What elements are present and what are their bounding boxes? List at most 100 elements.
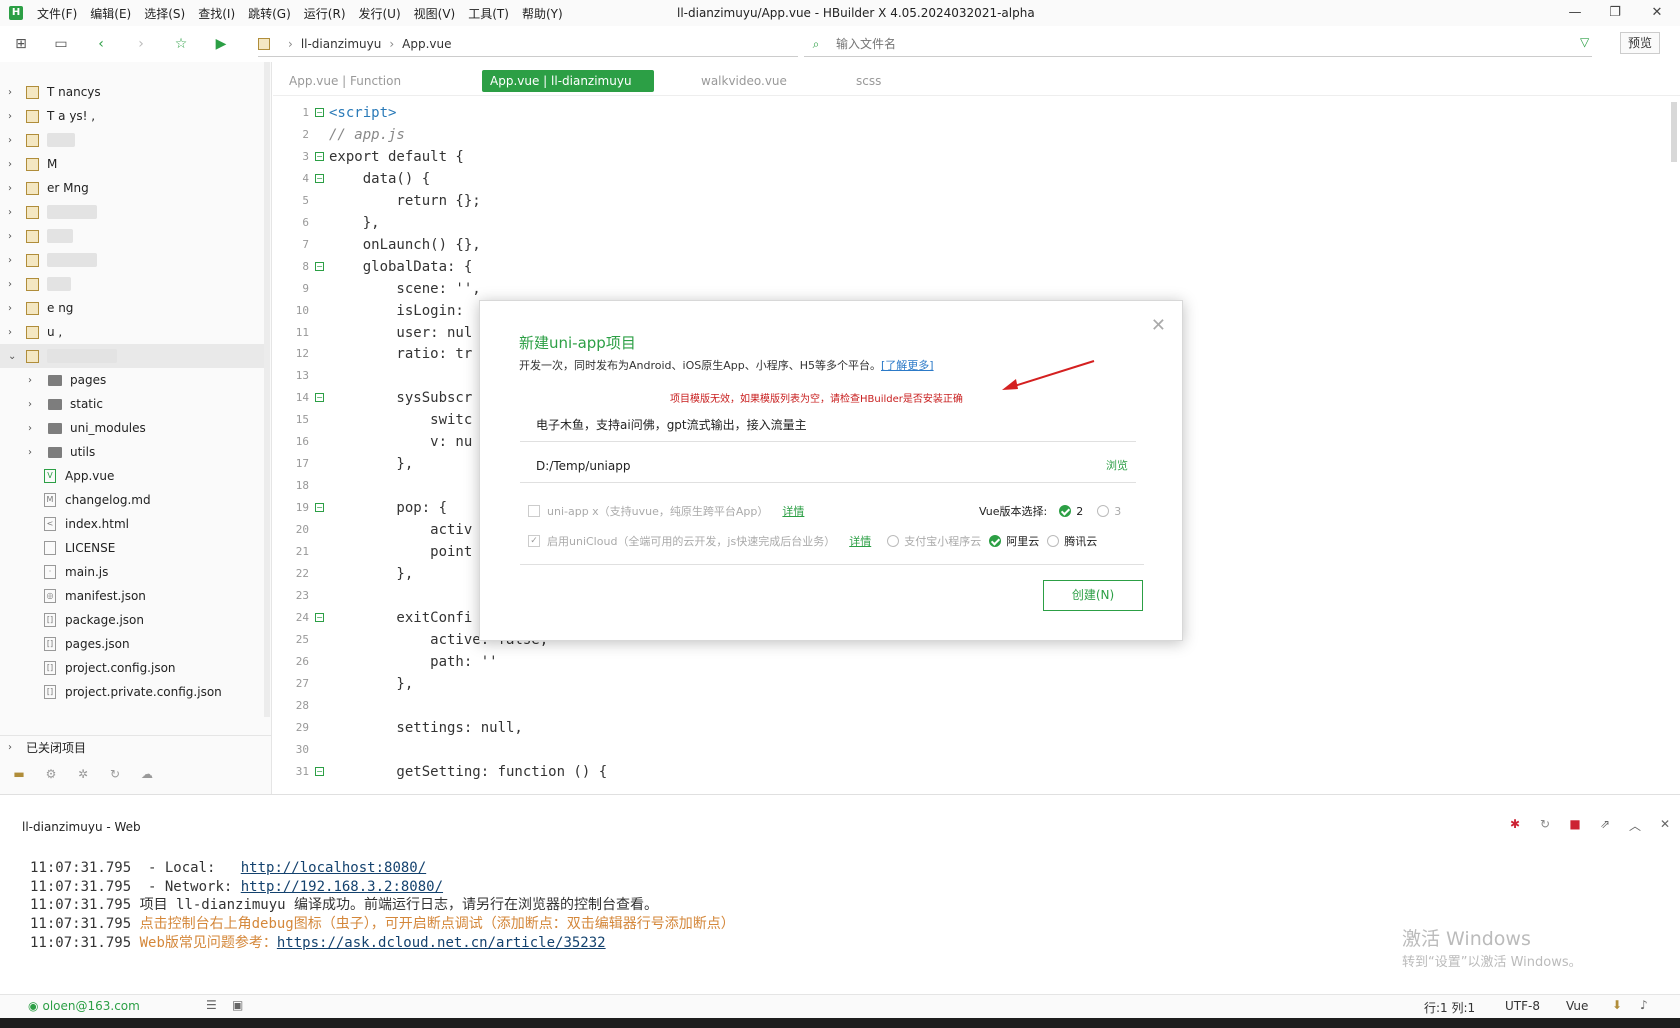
encoding[interactable]: UTF-8 [1505, 999, 1540, 1013]
debug-bug-icon[interactable]: ✲ [74, 767, 92, 783]
user-account[interactable]: oloen@163.com [28, 999, 139, 1013]
file-item[interactable]: ◎ manifest.json [0, 584, 264, 608]
browse-button[interactable]: 浏览 [1106, 449, 1128, 483]
menu-file[interactable]: 文件(F) [37, 5, 77, 22]
project-item[interactable]: › er Mng [0, 176, 264, 200]
project-item[interactable]: › [0, 248, 264, 272]
line-number[interactable]: 25 [273, 629, 309, 651]
fold-toggle-icon[interactable]: − [315, 503, 324, 513]
closed-projects[interactable]: › 已关闭项目 [0, 735, 272, 759]
language-mode[interactable]: Vue [1566, 999, 1588, 1013]
aliyun-radio[interactable] [989, 535, 1002, 547]
line-number[interactable]: 24 [273, 607, 309, 629]
breadcrumb-file[interactable]: App.vue [402, 37, 451, 51]
line-number[interactable]: 30 [273, 739, 309, 761]
project-item[interactable]: › [0, 224, 264, 248]
file-item[interactable]: [] pages.json [0, 632, 264, 656]
line-number[interactable]: 3 [273, 146, 309, 168]
notification-bell-icon[interactable]: ♪ [1640, 998, 1648, 1012]
log-link[interactable]: http://localhost:8080/ [241, 860, 426, 876]
line-number[interactable]: 10 [273, 300, 309, 322]
line-number[interactable]: 26 [273, 651, 309, 673]
menu-tools[interactable]: 工具(T) [468, 5, 509, 22]
line-number[interactable]: 7 [273, 234, 309, 256]
line-number[interactable]: 27 [273, 673, 309, 695]
refresh-icon[interactable]: ↻ [106, 767, 124, 783]
line-number[interactable]: 5 [273, 190, 309, 212]
line-number[interactable]: 15 [273, 409, 309, 431]
project-item[interactable]: › T a ys! , [0, 104, 264, 128]
log-link[interactable]: https://ask.dcloud.net.cn/article/35232 [277, 935, 606, 951]
open-external-icon[interactable]: ⇗ [1595, 817, 1615, 834]
line-number[interactable]: 14 [273, 387, 309, 409]
line-number[interactable]: 29 [273, 717, 309, 739]
learn-more-link[interactable]: [了解更多] [881, 359, 934, 372]
run-icon[interactable]: ▶ [212, 35, 230, 53]
alipay-cloud-radio[interactable] [887, 535, 900, 547]
minimize-icon[interactable]: — [1560, 3, 1590, 23]
file-item[interactable]: < index.html [0, 512, 264, 536]
fold-toggle-icon[interactable]: − [315, 108, 324, 117]
restore-icon[interactable]: ❐ [1600, 3, 1630, 23]
project-item[interactable]: › [0, 128, 264, 152]
menu-edit[interactable]: 编辑(E) [90, 5, 131, 22]
line-number[interactable]: 21 [273, 541, 309, 563]
menu-help[interactable]: 帮助(Y) [522, 5, 563, 22]
fold-toggle-icon[interactable]: − [315, 766, 324, 776]
line-number[interactable]: 6 [273, 212, 309, 234]
preview-button[interactable]: 预览 [1620, 32, 1660, 54]
line-number[interactable]: 19 [273, 497, 309, 519]
file-item[interactable]: [] project.private.config.json [0, 680, 264, 704]
file-item[interactable]: V App.vue [0, 464, 264, 488]
line-number[interactable]: 23 [273, 585, 309, 607]
file-item[interactable]: Mchangelog.md [0, 488, 264, 512]
line-number[interactable]: 8 [273, 256, 309, 278]
folder-item[interactable]: › pages [0, 368, 264, 392]
plugin-icon[interactable]: ⚙ [42, 767, 60, 783]
project-item[interactable]: › [0, 200, 264, 224]
list-icon[interactable]: ☰ [206, 998, 217, 1012]
location-field[interactable]: D:/Temp/uniapp 浏览 [520, 449, 1136, 483]
filter-icon[interactable]: ▽ [1580, 35, 1589, 49]
vue3-radio[interactable] [1097, 505, 1110, 517]
line-number[interactable]: 13 [273, 365, 309, 387]
sidebar-scrollbar[interactable] [264, 62, 270, 717]
line-number[interactable]: 12 [273, 343, 309, 365]
editor-scrollbar[interactable] [1671, 102, 1677, 162]
line-number[interactable]: 17 [273, 453, 309, 475]
line-number[interactable]: 28 [273, 695, 309, 717]
uniappx-checkbox[interactable] [528, 505, 540, 517]
uniappx-detail-link[interactable]: 详情 [782, 503, 804, 519]
debug-bug-icon[interactable]: ✱ [1505, 817, 1525, 834]
bookmark-star-icon[interactable]: ☆ [172, 35, 190, 53]
breadcrumb-project[interactable]: ll-dianzimuyu [301, 37, 382, 51]
editor-tab[interactable]: App.vue | Function [281, 70, 409, 92]
fold-toggle-icon[interactable]: − [315, 612, 324, 622]
terminal-icon[interactable]: ▣ [232, 998, 243, 1012]
editor-tab[interactable]: scss [848, 70, 889, 92]
menu-goto[interactable]: 跳转(G) [248, 5, 291, 22]
cloud-icon[interactable]: ☁ [138, 767, 156, 783]
line-number[interactable]: 2 [273, 124, 309, 146]
fold-toggle-icon[interactable]: − [315, 393, 324, 403]
line-number[interactable]: 18 [273, 475, 309, 497]
new-file-icon[interactable]: ⊞ [12, 35, 30, 53]
line-number[interactable]: 9 [273, 278, 309, 300]
download-icon[interactable]: ⬇ [1612, 998, 1622, 1012]
menu-view[interactable]: 视图(V) [414, 5, 456, 22]
fold-toggle-icon[interactable]: − [315, 261, 324, 271]
fold-toggle-icon[interactable]: − [315, 151, 324, 161]
menu-publish[interactable]: 发行(U) [359, 5, 401, 22]
folder-item[interactable]: › utils [0, 440, 264, 464]
project-name-field[interactable]: 电子木鱼，支持ai问佛，gpt流式输出，接入流量主 [520, 408, 1136, 442]
project-item-expanded[interactable]: ⌄ [0, 344, 264, 368]
project-item[interactable]: › u , [0, 320, 264, 344]
line-number[interactable]: 11 [273, 322, 309, 344]
editor-tab-active[interactable]: App.vue | ll-dianzimuyu [482, 70, 654, 92]
forward-icon[interactable]: › [132, 35, 150, 53]
folder-view-icon[interactable]: ▬ [10, 767, 28, 783]
file-item[interactable]: · main.js [0, 560, 264, 584]
file-item[interactable]: [] project.config.json [0, 656, 264, 680]
file-item[interactable]: LICENSE [0, 536, 264, 560]
close-console-icon[interactable]: ✕ [1655, 817, 1675, 834]
